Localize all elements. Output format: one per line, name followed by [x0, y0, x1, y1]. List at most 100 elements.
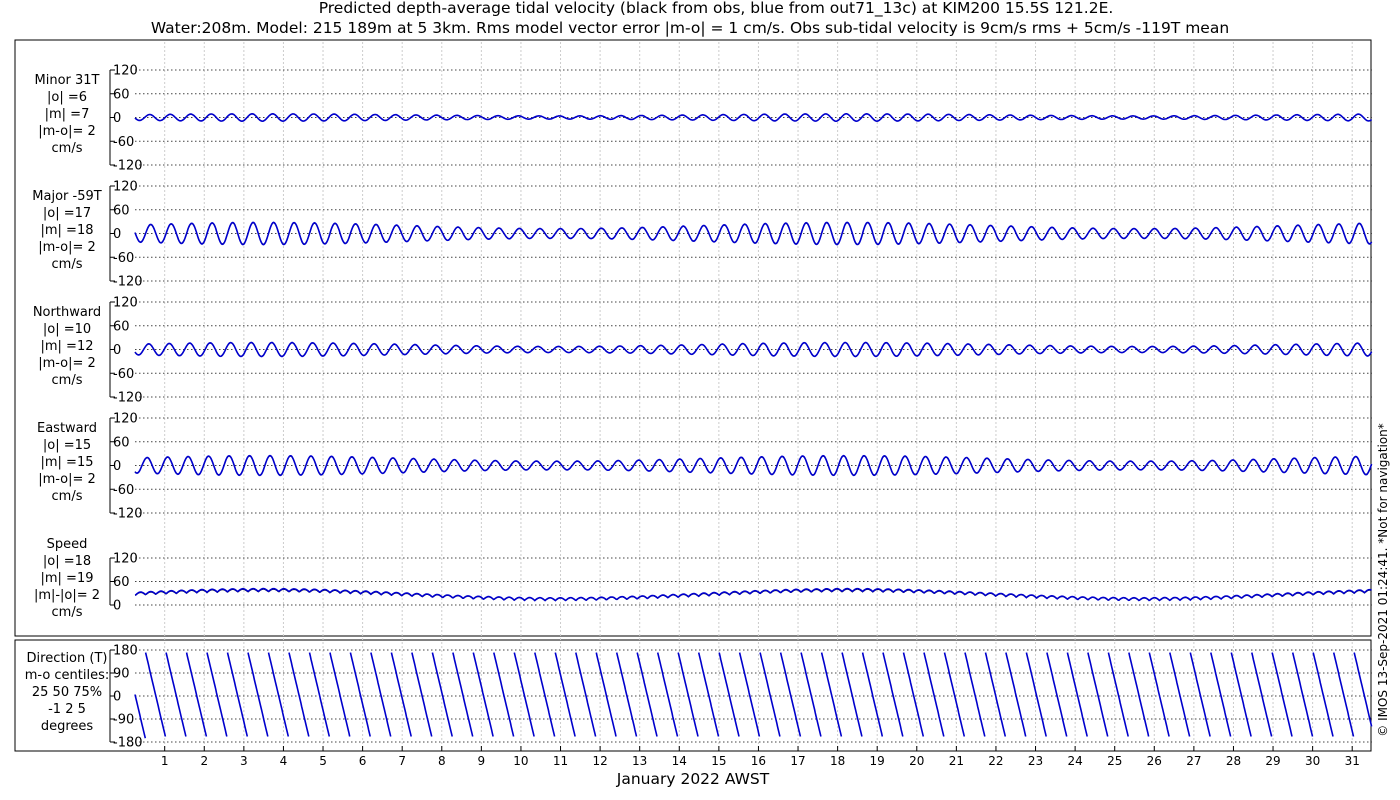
x-tick-label: 3	[240, 754, 248, 768]
panel-direction-label: -1 2 5	[48, 702, 86, 717]
panel-minor-label: |o| =6	[47, 90, 87, 105]
y-tick-label: -120	[113, 275, 143, 290]
x-tick-label: 15	[711, 754, 726, 768]
panel-speed-label: Speed	[47, 537, 88, 552]
y-tick-label: -60	[113, 367, 134, 382]
x-tick-label: 12	[592, 754, 607, 768]
y-tick-label: -90	[113, 713, 134, 728]
y-tick-label: 0	[113, 111, 121, 126]
x-tick-label: 4	[280, 754, 288, 768]
x-tick-label: 7	[398, 754, 406, 768]
panel-speed: Speed |o| =18 |m| =19 |m|-|o|= 2 cm/s 120 60 0	[34, 537, 1372, 620]
model-series-line	[134, 587, 1372, 602]
y-tick-label: -60	[113, 135, 134, 150]
panel-direction-label: degrees	[41, 719, 94, 734]
y-tick-label: 60	[113, 575, 130, 590]
panel-north-label: |m-o|= 2	[38, 356, 96, 371]
panel-north: Northward |o| =10 |m| =12 |m-o|= 2 cm/s 120 60…	[33, 296, 1373, 406]
x-tick-label: 5	[319, 754, 327, 768]
y-tick-label: 120	[113, 64, 138, 79]
x-tick-label: 9	[478, 754, 486, 768]
panel-minor-label: |m| =7	[45, 107, 90, 122]
copyright-note: © IMOS 13-Sep-2021 01:24:41. *Not for na…	[1376, 423, 1390, 737]
y-tick-label: -180	[113, 736, 143, 751]
chart-panels: Minor 31T |o| =6 |m| =7 |m-o|= 2 cm/s 120 60 0 -…	[14, 39, 1373, 752]
panel-major-label: Major -59T	[32, 189, 101, 204]
panel-major-label: |o| =17	[43, 206, 91, 221]
y-tick-label: 0	[113, 459, 121, 474]
panel-north-label: Northward	[33, 305, 101, 320]
x-tick-label: 24	[1067, 754, 1082, 768]
tidal-velocity-chart: Predicted depth-average tidal velocity (…	[14, 0, 1390, 788]
panel-east-label: |o| =15	[43, 438, 91, 453]
panel-direction-label: 25 50 75%	[32, 685, 102, 700]
x-tick-label: 27	[1186, 754, 1201, 768]
panel-minor: Minor 31T |o| =6 |m| =7 |m-o|= 2 cm/s 120 60 0 -…	[35, 64, 1373, 174]
x-axis: 1 2 3 4 5 6 7 8 9 10 11 12 13 14 15 16 17 18 19 20 21 22 23 24 2…	[161, 746, 1360, 768]
x-tick-label: 1	[161, 754, 169, 768]
x-tick-label: 8	[438, 754, 446, 768]
panel-direction: Direction (T) m-o centiles: 25 50 75% -1 2 …	[25, 644, 1373, 751]
x-tick-label: 19	[870, 754, 885, 768]
panel-minor-label: |m-o|= 2	[38, 124, 96, 139]
y-tick-label: 120	[113, 180, 138, 195]
panel-north-label: |m| =12	[41, 339, 94, 354]
y-tick-label: 0	[113, 599, 121, 614]
chart-title-line2: Water:208m. Model: 215 189m at 5 3km. Rm…	[151, 19, 1229, 37]
y-tick-label: 60	[113, 203, 130, 218]
x-tick-label: 10	[513, 754, 528, 768]
x-tick-label: 30	[1305, 754, 1320, 768]
panel-minor-label: Minor 31T	[35, 73, 100, 88]
x-axis-label: January 2022 AWST	[616, 770, 770, 788]
y-tick-label: 120	[113, 552, 138, 567]
y-tick-label: -60	[113, 251, 134, 266]
panel-direction-label: Direction (T)	[27, 651, 108, 666]
x-tick-label: 28	[1226, 754, 1241, 768]
x-tick-label: 6	[359, 754, 367, 768]
x-tick-label: 29	[1265, 754, 1280, 768]
panel-east: Eastward |o| =15 |m| =15 |m-o|= 2 cm/s 120 60 0…	[37, 412, 1373, 522]
y-tick-label: 180	[113, 644, 138, 659]
x-tick-label: 17	[790, 754, 805, 768]
x-tick-label: 22	[988, 754, 1003, 768]
model-direction-line	[134, 652, 1373, 739]
panel-speed-label: |m|-|o|= 2	[34, 588, 100, 603]
y-tick-label: 0	[113, 227, 121, 242]
y-tick-label: 120	[113, 296, 138, 311]
x-tick-label: 23	[1028, 754, 1043, 768]
panel-direction-label: m-o centiles:	[25, 668, 110, 683]
panel-minor-label: cm/s	[52, 141, 83, 156]
panel-north-label: cm/s	[52, 373, 83, 388]
y-tick-label: 0	[113, 343, 121, 358]
x-tick-label: 2	[200, 754, 208, 768]
x-tick-label: 20	[909, 754, 924, 768]
y-tick-label: 90	[113, 667, 130, 682]
x-tick-label: 31	[1345, 754, 1360, 768]
panel-speed-label: cm/s	[52, 605, 83, 620]
y-tick-label: -60	[113, 483, 134, 498]
panel-major: Major -59T |o| =17 |m| =18 |m-o|= 2 cm/s 120 6…	[32, 180, 1373, 290]
chart-title-line1: Predicted depth-average tidal velocity (…	[319, 0, 1114, 18]
y-tick-label: 120	[113, 412, 138, 427]
x-tick-label: 25	[1107, 754, 1122, 768]
y-tick-label: 60	[113, 87, 130, 102]
x-tick-label: 26	[1147, 754, 1162, 768]
panel-speed-label: |m| =19	[41, 571, 94, 586]
upper-frame	[14, 39, 1372, 637]
y-tick-label: -120	[113, 159, 143, 174]
panel-east-label: cm/s	[52, 489, 83, 504]
x-tick-label: 13	[632, 754, 647, 768]
panel-major-label: cm/s	[52, 257, 83, 272]
model-series-line	[134, 221, 1373, 246]
x-tick-label: 21	[949, 754, 964, 768]
panel-east-label: |m| =15	[41, 455, 94, 470]
y-tick-label: 60	[113, 435, 130, 450]
x-tick-label: 18	[830, 754, 845, 768]
panel-speed-label: |o| =18	[43, 554, 91, 569]
y-tick-label: -120	[113, 507, 143, 522]
panel-major-label: |m-o|= 2	[38, 240, 96, 255]
x-tick-label: 14	[672, 754, 687, 768]
x-tick-label: 11	[553, 754, 568, 768]
y-tick-label: -120	[113, 391, 143, 406]
y-tick-label: 0	[113, 690, 121, 705]
